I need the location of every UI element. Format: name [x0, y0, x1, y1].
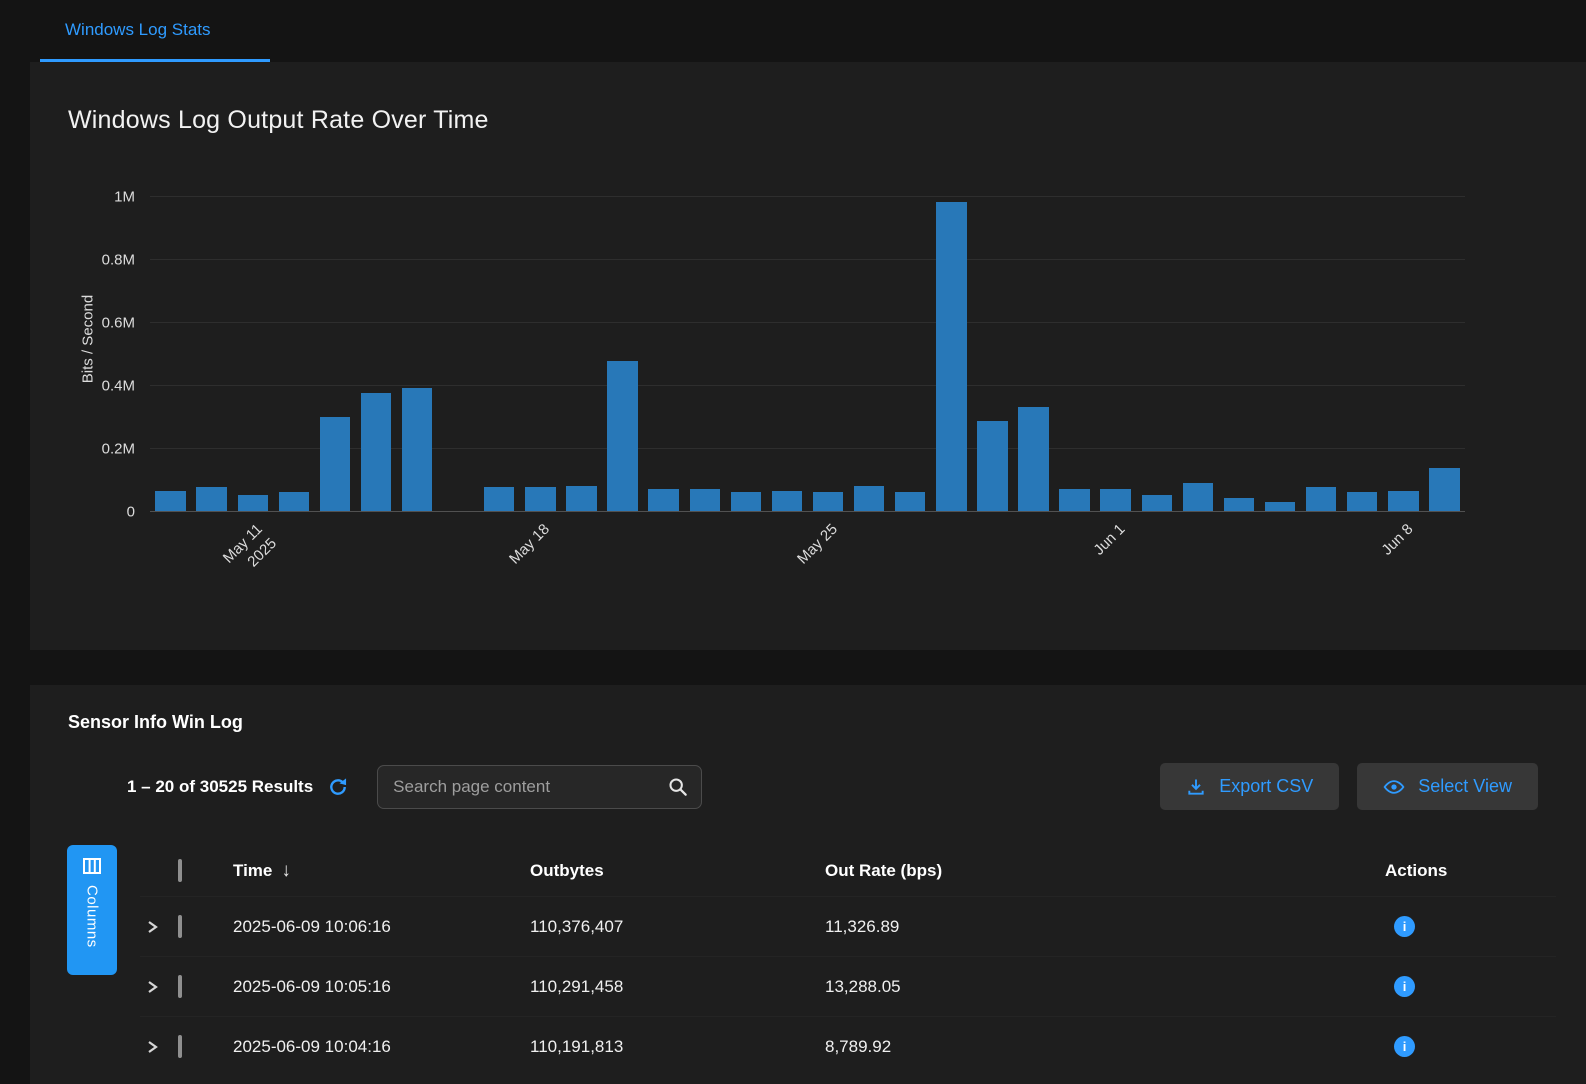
search-box	[377, 765, 702, 809]
gridline	[150, 511, 1465, 512]
chart-bar[interactable]	[279, 492, 309, 511]
chart-bar[interactable]	[1429, 468, 1459, 511]
gridline	[150, 259, 1465, 260]
expand-chevron-icon[interactable]	[140, 979, 178, 995]
chart-bar[interactable]	[977, 421, 1007, 511]
chart-bar[interactable]	[1388, 491, 1418, 511]
chart-bar[interactable]	[238, 495, 268, 511]
chart-bar[interactable]	[566, 486, 596, 511]
chart-bar[interactable]	[525, 487, 555, 511]
info-icon[interactable]: i	[1394, 1036, 1415, 1057]
cell-time: 2025-06-09 10:04:16	[233, 1037, 530, 1057]
chart: Bits / Second 00.2M0.4M0.6M0.8M1MMay 112…	[30, 197, 1586, 512]
column-header-outbytes[interactable]: Outbytes	[530, 861, 825, 881]
cell-time: 2025-06-09 10:05:16	[233, 977, 530, 997]
select-all-checkbox[interactable]	[178, 859, 182, 882]
column-header-time[interactable]: Time ↓	[233, 860, 530, 882]
gridline	[150, 196, 1465, 197]
cell-outbytes: 110,376,407	[530, 917, 825, 937]
y-tick-label: 1M	[114, 189, 150, 206]
chart-bar[interactable]	[196, 487, 226, 511]
chart-bar[interactable]	[320, 417, 350, 512]
row-checkbox[interactable]	[178, 1035, 182, 1058]
columns-icon	[83, 858, 101, 874]
column-header-out-rate[interactable]: Out Rate (bps)	[825, 861, 1385, 881]
cell-out-rate: 13,288.05	[825, 977, 1385, 997]
data-table: Time ↓ Outbytes Out Rate (bps) Actions 2…	[140, 846, 1556, 1076]
cell-out-rate: 11,326.89	[825, 917, 1385, 937]
select-view-label: Select View	[1418, 776, 1512, 797]
chart-bar[interactable]	[772, 491, 802, 511]
search-input[interactable]	[377, 765, 702, 809]
row-checkbox[interactable]	[178, 975, 182, 998]
results-summary: 1 – 20 of 30525 Results	[127, 776, 349, 798]
chart-bar[interactable]	[484, 487, 514, 511]
export-csv-label: Export CSV	[1219, 776, 1313, 797]
chart-bar[interactable]	[813, 492, 843, 511]
cell-outbytes: 110,291,458	[530, 977, 825, 997]
expand-chevron-icon[interactable]	[140, 1039, 178, 1055]
results-text: 1 – 20 of 30525 Results	[127, 777, 313, 797]
cell-time: 2025-06-09 10:06:16	[233, 917, 530, 937]
column-header-actions: Actions	[1385, 861, 1556, 881]
refresh-icon	[327, 776, 349, 798]
export-csv-button[interactable]: Export CSV	[1160, 763, 1339, 810]
columns-button-label: Columns	[84, 885, 101, 948]
chart-bar[interactable]	[1265, 502, 1295, 511]
table-panel: Sensor Info Win Log 1 – 20 of 30525 Resu…	[30, 685, 1586, 1084]
table-controls: 1 – 20 of 30525 Results	[127, 763, 1538, 810]
info-icon[interactable]: i	[1394, 976, 1415, 997]
chart-bar[interactable]	[690, 489, 720, 511]
tab-label: Windows Log Stats	[65, 20, 211, 40]
section-title: Sensor Info Win Log	[30, 685, 1586, 733]
y-tick-label: 0.2M	[102, 441, 150, 458]
refresh-button[interactable]	[327, 776, 349, 798]
chart-bar[interactable]	[648, 489, 678, 511]
chart-bar[interactable]	[731, 492, 761, 511]
cell-out-rate: 8,789.92	[825, 1037, 1385, 1057]
chart-bar[interactable]	[895, 492, 925, 511]
y-tick-label: 0	[127, 504, 150, 521]
table-row[interactable]: 2025-06-09 10:05:16 110,291,458 13,288.0…	[140, 956, 1556, 1016]
y-axis-label: Bits / Second	[80, 295, 97, 383]
chart-bar[interactable]	[607, 361, 637, 511]
chart-bar[interactable]	[1347, 492, 1377, 511]
chart-bar[interactable]	[854, 486, 884, 511]
download-icon	[1186, 777, 1206, 797]
table-header-row: Time ↓ Outbytes Out Rate (bps) Actions	[140, 846, 1556, 896]
chart-bar[interactable]	[1018, 407, 1048, 511]
y-tick-label: 0.8M	[102, 252, 150, 269]
chart-bar[interactable]	[361, 393, 391, 511]
tab-windows-log-stats[interactable]: Windows Log Stats	[40, 0, 270, 62]
y-tick-label: 0.4M	[102, 378, 150, 395]
chart-bar[interactable]	[1142, 495, 1172, 511]
gridline	[150, 385, 1465, 386]
eye-icon	[1383, 776, 1405, 798]
chart-plot: 00.2M0.4M0.6M0.8M1MMay 112025May 18May 2…	[150, 197, 1465, 512]
y-tick-label: 0.6M	[102, 315, 150, 332]
table-row[interactable]: 2025-06-09 10:04:16 110,191,813 8,789.92…	[140, 1016, 1556, 1076]
chart-bar[interactable]	[155, 491, 185, 511]
tab-bar: Windows Log Stats	[0, 0, 1586, 62]
cell-outbytes: 110,191,813	[530, 1037, 825, 1057]
chart-bar[interactable]	[1059, 489, 1089, 511]
search-icon	[667, 776, 689, 798]
chart-bar[interactable]	[1306, 487, 1336, 511]
chart-bar[interactable]	[1100, 489, 1130, 511]
gridline	[150, 322, 1465, 323]
expand-chevron-icon[interactable]	[140, 919, 178, 935]
chart-bar[interactable]	[1224, 498, 1254, 511]
chart-panel: Windows Log Output Rate Over Time Bits /…	[30, 62, 1586, 650]
chart-title: Windows Log Output Rate Over Time	[30, 62, 1586, 135]
columns-button[interactable]: Columns	[67, 845, 117, 975]
select-view-button[interactable]: Select View	[1357, 763, 1538, 810]
row-checkbox[interactable]	[178, 915, 182, 938]
info-icon[interactable]: i	[1394, 916, 1415, 937]
chart-bar[interactable]	[1183, 483, 1213, 511]
table-row[interactable]: 2025-06-09 10:06:16 110,376,407 11,326.8…	[140, 896, 1556, 956]
chart-bar[interactable]	[402, 388, 432, 511]
chart-bar[interactable]	[936, 202, 966, 511]
sort-desc-icon: ↓	[281, 860, 291, 882]
